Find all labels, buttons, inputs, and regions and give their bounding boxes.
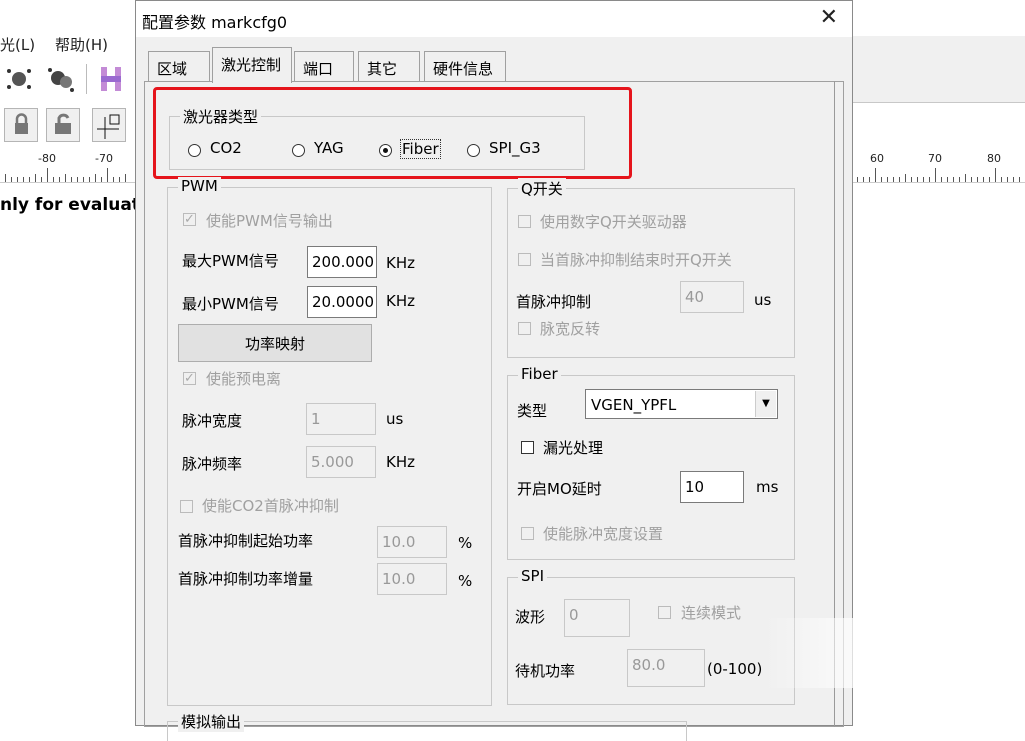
min-pwm-unit: KHz xyxy=(386,292,415,310)
analog-group: 模拟输出 xyxy=(167,711,687,741)
leak-label: 漏光处理 xyxy=(543,439,604,457)
evaluation-watermark: nly for evaluati xyxy=(0,195,146,215)
pulse-freq-label: 脉冲频率 xyxy=(182,455,243,473)
ruler-label: 80 xyxy=(987,152,1001,165)
first-pulse-unit: us xyxy=(754,291,772,309)
mo-delay-label: 开启MO延时 xyxy=(517,480,602,498)
continuous-checkbox[interactable] xyxy=(658,606,671,619)
min-pwm-label: 最小PWM信号 xyxy=(182,295,279,313)
tab-hardware-info[interactable]: 硬件信息 xyxy=(424,51,506,81)
ruler-label: -70 xyxy=(95,152,113,165)
first-pulse-label: 首脉冲抑制 xyxy=(516,293,592,311)
h-hatch-icon[interactable] xyxy=(96,64,130,98)
tab-port[interactable]: 端口 xyxy=(294,51,354,81)
waveform-input[interactable]: 0 xyxy=(564,599,630,637)
fade-overlay xyxy=(765,618,1025,688)
pulse-freq-unit: KHz xyxy=(386,453,415,471)
fiber-group: Fiber 类型 VGEN_YPFL ▼ 漏光处理 开启MO延时 10 ms 使… xyxy=(507,365,795,560)
ruler-label: 70 xyxy=(928,152,942,165)
first-start-unit: % xyxy=(458,534,473,552)
pwm-group: PWM ✓ 使能PWM信号输出 最大PWM信号 200.000 KHz 最小PW… xyxy=(167,177,492,706)
dialog-titlebar[interactable]: 配置参数 markcfg0 ✕ xyxy=(136,1,852,37)
analog-legend: 模拟输出 xyxy=(178,711,245,732)
use-digital-checkbox[interactable] xyxy=(518,215,531,228)
ruler-label: -80 xyxy=(38,152,56,165)
max-pwm-label: 最大PWM信号 xyxy=(182,252,279,270)
first-start-input[interactable]: 10.0 xyxy=(377,526,447,558)
spi-legend: SPI xyxy=(518,567,547,585)
chevron-down-icon[interactable]: ▼ xyxy=(755,391,776,417)
min-pwm-input[interactable]: 20.0000 xyxy=(307,286,377,318)
enable-preion-label: 使能预电离 xyxy=(206,370,282,388)
enable-co2-label: 使能CO2首脉冲抑制 xyxy=(202,497,339,515)
origin-point-icon[interactable] xyxy=(92,108,126,142)
first-inc-unit: % xyxy=(458,572,473,590)
config-dialog: 配置参数 markcfg0 ✕ 区域 激光控制 端口 其它 硬件信息 激光器类型… xyxy=(135,0,853,741)
toolbar-row-2 xyxy=(0,106,135,146)
toolbar-row-1 xyxy=(0,62,135,98)
first-pulse-input[interactable]: 40 xyxy=(680,281,744,313)
pulse-invert-label: 脉宽反转 xyxy=(540,320,601,338)
tab-region[interactable]: 区域 xyxy=(148,51,210,81)
enable-co2-checkbox[interactable] xyxy=(180,500,193,513)
dialog-title: 配置参数 markcfg0 xyxy=(142,13,288,32)
tab-laser-control[interactable]: 激光控制 xyxy=(212,47,292,83)
max-pwm-input[interactable]: 200.000 xyxy=(307,246,377,278)
pulse-invert-checkbox[interactable] xyxy=(518,322,531,335)
pulse-freq-input[interactable]: 5.000 xyxy=(306,446,376,478)
enable-pwm-checkbox[interactable]: ✓ xyxy=(183,213,196,226)
enable-width-label: 使能脉冲宽度设置 xyxy=(543,525,664,543)
ruler-right: 60 70 80 xyxy=(853,152,1025,183)
spi-group: SPI 波形 0 连续模式 待机功率 80.0 (0-100) xyxy=(507,567,795,705)
dotted-node-icon[interactable] xyxy=(4,64,38,98)
qswitch-group: Q开关 使用数字Q开关驱动器 当首脉冲抑制结束时开Q开关 首脉冲抑制 40 us… xyxy=(507,178,795,358)
laser-type-highlight xyxy=(153,87,632,179)
ruler-left: -80 -70 xyxy=(0,152,135,183)
close-icon[interactable]: ✕ xyxy=(820,5,838,30)
pulse-width-unit: us xyxy=(386,410,404,428)
node-group-icon[interactable] xyxy=(46,64,80,98)
fiber-type-label: 类型 xyxy=(517,402,548,420)
use-digital-label: 使用数字Q开关驱动器 xyxy=(540,213,687,231)
enable-width-checkbox[interactable] xyxy=(521,527,534,540)
pwm-legend: PWM xyxy=(178,177,221,195)
standby-label: 待机功率 xyxy=(515,662,576,680)
leak-checkbox[interactable] xyxy=(521,441,534,454)
open-after-label: 当首脉冲抑制结束时开Q开关 xyxy=(540,251,732,269)
fiber-type-select[interactable]: VGEN_YPFL ▼ xyxy=(585,389,778,419)
ruler-label: 60 xyxy=(870,152,884,165)
mo-delay-input[interactable]: 10 xyxy=(680,471,744,503)
enable-preion-checkbox[interactable]: ✓ xyxy=(183,372,196,385)
background-toolbar-right xyxy=(853,36,1025,103)
menu-help[interactable]: 帮助(H) xyxy=(55,34,108,55)
mo-delay-unit: ms xyxy=(756,478,779,496)
qswitch-legend: Q开关 xyxy=(518,178,566,199)
enable-pwm-label: 使能PWM信号输出 xyxy=(206,212,333,230)
fiber-legend: Fiber xyxy=(518,365,561,383)
pulse-width-label: 脉冲宽度 xyxy=(182,412,243,430)
menu-laser[interactable]: 光(L) xyxy=(0,34,35,55)
toolbar-divider xyxy=(86,64,87,94)
standby-input[interactable]: 80.0 xyxy=(627,649,705,687)
first-inc-label: 首脉冲抑制功率增量 xyxy=(178,570,314,588)
waveform-label: 波形 xyxy=(515,608,546,626)
power-map-button[interactable]: 功率映射 xyxy=(178,324,372,362)
first-start-label: 首脉冲抑制起始功率 xyxy=(178,532,314,550)
unlock-icon[interactable] xyxy=(46,108,80,142)
standby-range: (0-100) xyxy=(707,660,763,678)
tab-other[interactable]: 其它 xyxy=(358,51,420,81)
lock-icon[interactable] xyxy=(4,108,38,142)
open-after-checkbox[interactable] xyxy=(518,253,531,266)
fiber-type-value: VGEN_YPFL xyxy=(591,396,677,414)
max-pwm-unit: KHz xyxy=(386,254,415,272)
first-inc-input[interactable]: 10.0 xyxy=(377,563,447,595)
pulse-width-input[interactable]: 1 xyxy=(306,403,376,435)
continuous-label: 连续模式 xyxy=(681,604,742,622)
